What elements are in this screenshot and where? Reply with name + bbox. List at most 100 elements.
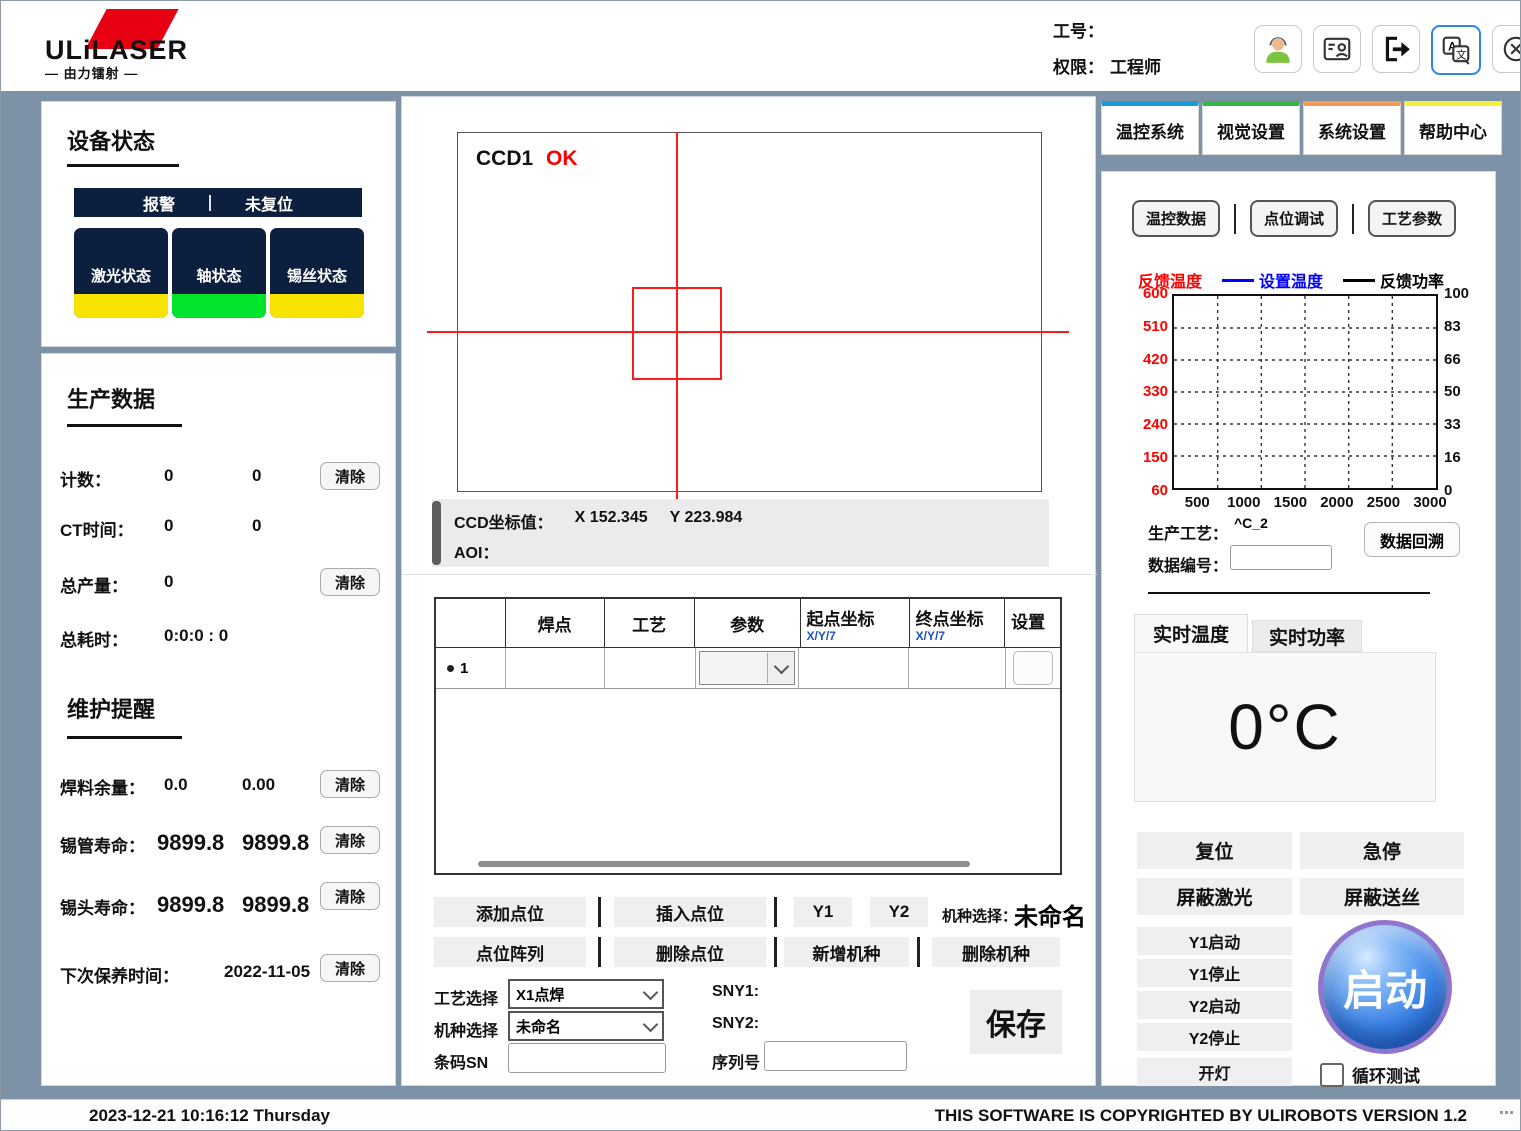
serial-label: 序列号 <box>712 1049 760 1073</box>
insert-point-button[interactable]: 插入点位 <box>614 897 766 927</box>
y2-start-button[interactable]: Y2启动 <box>1137 991 1292 1019</box>
table-horizontal-scrollbar[interactable] <box>478 861 970 867</box>
maintenance-title: 维护提醒 <box>67 692 155 724</box>
clear-count-button[interactable]: 清除 <box>320 462 380 490</box>
serial-input[interactable] <box>764 1041 907 1071</box>
axis-status-card[interactable]: 轴状态 <box>172 228 266 318</box>
clear-maintain-button[interactable]: 清除 <box>320 954 380 982</box>
total-output-label: 总产量： <box>60 572 128 597</box>
y2-button[interactable]: Y2 <box>870 897 928 927</box>
tab-system-settings[interactable]: 系统设置 <box>1303 101 1401 155</box>
tab-vision-settings[interactable]: 视觉设置 <box>1202 101 1300 155</box>
parameter-dropdown[interactable] <box>699 651 795 685</box>
user-avatar-button[interactable] <box>1254 25 1302 73</box>
start-button[interactable]: 启动 <box>1318 920 1452 1054</box>
mask-wire-button[interactable]: 屏蔽送丝 <box>1300 878 1464 915</box>
estop-button[interactable]: 急停 <box>1300 832 1464 869</box>
cycle-test-checkbox[interactable] <box>1320 1063 1344 1087</box>
model-select[interactable]: 未命名 <box>508 1011 664 1041</box>
tin-head-life-value-2: 9899.8 <box>242 892 309 918</box>
add-model-button[interactable]: 新增机种 <box>784 937 909 967</box>
x-tick: 1000 <box>1227 494 1260 511</box>
data-number-input[interactable] <box>1230 545 1332 570</box>
col-index <box>436 599 506 647</box>
col-process: 工艺 <box>605 599 695 647</box>
weld-points-table: 焊点 工艺 参数 起点坐标 X/Y/7 终点坐标 X/Y/7 设置 1 <box>434 597 1062 875</box>
row-settings-button[interactable] <box>1013 651 1053 685</box>
chart-y-left-labels: 60051042033024015060 <box>1118 286 1168 498</box>
light-on-button[interactable]: 开灯 <box>1137 1058 1292 1086</box>
chevron-down-icon <box>643 1016 659 1032</box>
temperature-data-button[interactable]: 温控数据 <box>1132 200 1220 237</box>
col-start-coord: 起点坐标 X/Y/7 <box>801 599 910 647</box>
count-label: 计数： <box>60 466 111 491</box>
resize-grip[interactable] <box>1499 1110 1514 1115</box>
close-app-button[interactable] <box>1492 25 1521 73</box>
y1-button[interactable]: Y1 <box>794 897 852 927</box>
language-switch-button[interactable]: A 文 <box>1431 25 1481 75</box>
chevron-down-icon <box>643 984 659 1000</box>
svg-text:文: 文 <box>1456 49 1467 62</box>
clear-tin-head-button[interactable]: 清除 <box>320 882 380 910</box>
tab-help-center[interactable]: 帮助中心 <box>1404 101 1502 155</box>
process-param-button[interactable]: 工艺参数 <box>1368 200 1456 237</box>
x-tick: 1500 <box>1274 494 1307 511</box>
title-underline <box>67 164 179 167</box>
separator <box>598 937 601 967</box>
y-right-tick: 66 <box>1444 352 1480 367</box>
ccd-camera-status: OK <box>546 147 578 171</box>
alarm-status-bar: 报警 未复位 <box>74 188 362 217</box>
chart-y-right-labels: 10083665033160 <box>1444 286 1480 498</box>
total-time-label: 总耗时： <box>60 626 128 651</box>
permission-label: 权限： <box>1053 53 1104 78</box>
production-process-value: ^C_2 <box>1234 515 1268 531</box>
y1-stop-button[interactable]: Y1停止 <box>1137 959 1292 987</box>
y-right-tick: 0 <box>1444 483 1480 498</box>
tab-realtime-temperature[interactable]: 实时温度 <box>1134 614 1248 652</box>
wire-status-card[interactable]: 锡丝状态 <box>270 228 364 318</box>
y1-start-button[interactable]: Y1启动 <box>1137 927 1292 955</box>
status-bar: 2023-12-21 10:16:12 Thursday THIS SOFTWA… <box>1 1099 1521 1131</box>
operator-info-button[interactable] <box>1313 25 1361 73</box>
y-right-tick: 50 <box>1444 384 1480 399</box>
point-debug-button[interactable]: 点位调试 <box>1250 200 1338 237</box>
x-tick: 2500 <box>1367 494 1400 511</box>
y2-stop-button[interactable]: Y2停止 <box>1137 1023 1292 1051</box>
ccd-info-bar: CCD坐标值： X 152.345 Y 223.984 AOI： <box>432 499 1049 567</box>
start-coord-cell[interactable] <box>799 648 909 688</box>
employee-id-label: 工号： <box>1053 17 1104 42</box>
chart-x-labels: 50010001500200025003000 <box>1172 494 1438 512</box>
right-panel: 温控数据 点位调试 工艺参数 反馈温度设置温度反馈功率 600510420330… <box>1101 171 1496 1086</box>
row-index-cell: 1 <box>436 648 506 688</box>
tab-temperature-system[interactable]: 温控系统 <box>1101 101 1199 155</box>
tab-realtime-power[interactable]: 实时功率 <box>1252 620 1362 652</box>
weld-point-cell[interactable] <box>506 648 606 688</box>
delete-point-button[interactable]: 删除点位 <box>614 937 766 967</box>
process-cell[interactable] <box>605 648 696 688</box>
reset-button[interactable]: 复位 <box>1137 832 1292 869</box>
data-number-label: 数据编号： <box>1148 552 1228 576</box>
clear-solder-button[interactable]: 清除 <box>320 770 380 798</box>
table-row[interactable]: 1 <box>436 648 1060 689</box>
process-select-label: 工艺选择 <box>434 985 498 1009</box>
separator <box>1352 204 1354 234</box>
point-array-button[interactable]: 点位阵列 <box>434 937 586 967</box>
add-point-button[interactable]: 添加点位 <box>434 897 586 927</box>
mask-laser-button[interactable]: 屏蔽激光 <box>1137 878 1292 915</box>
delete-model-button[interactable]: 删除机种 <box>932 937 1060 967</box>
y-right-tick: 33 <box>1444 417 1480 432</box>
barcode-sn-input[interactable] <box>508 1043 666 1073</box>
clear-tin-tube-button[interactable]: 清除 <box>320 826 380 854</box>
legend-label: 设置温度 <box>1259 268 1323 292</box>
data-backtrack-button[interactable]: 数据回溯 <box>1364 522 1460 557</box>
end-coord-cell[interactable] <box>909 648 1005 688</box>
process-select[interactable]: X1点焊 <box>508 979 664 1009</box>
clear-total-output-button[interactable]: 清除 <box>320 568 380 596</box>
chart-plot <box>1172 294 1438 490</box>
save-button[interactable]: 保存 <box>970 990 1062 1054</box>
laser-status-card[interactable]: 激光状态 <box>74 228 168 318</box>
x-tick: 500 <box>1185 494 1210 511</box>
logout-button[interactable] <box>1372 25 1420 73</box>
tin-head-life-value-1: 9899.8 <box>157 892 224 918</box>
settings-cell <box>1006 648 1060 688</box>
